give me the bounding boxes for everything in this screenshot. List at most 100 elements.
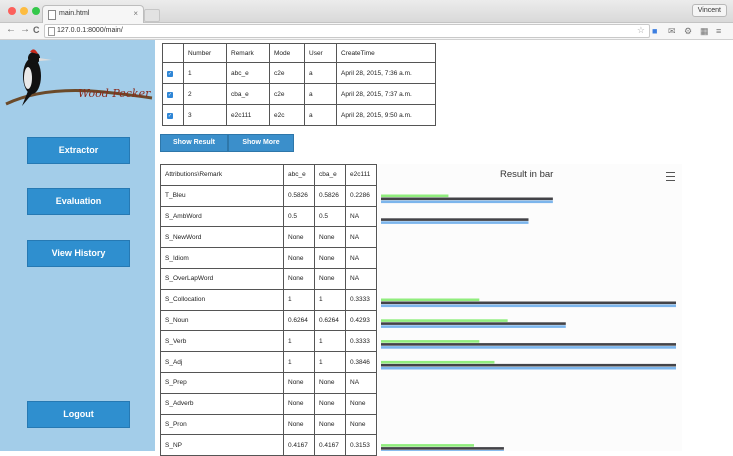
value-cell: None bbox=[314, 371, 346, 394]
bar-s-np-e2c111 bbox=[381, 444, 475, 447]
value-cell: 0.3333 bbox=[345, 288, 377, 311]
value-cell: 0.6264 bbox=[283, 309, 315, 332]
bookmark-star-icon[interactable]: ☆ bbox=[637, 25, 645, 36]
extension-mail-icon[interactable]: ✉ bbox=[668, 26, 676, 37]
value-cell: NA bbox=[345, 247, 377, 269]
value-cell: NA bbox=[345, 267, 377, 290]
user-cell: a bbox=[304, 62, 337, 84]
number-cell: 3 bbox=[183, 104, 227, 126]
evaluation-button[interactable]: Evaluation bbox=[27, 188, 130, 215]
value-cell: None bbox=[314, 226, 346, 249]
attribute-name-cell: S_Prep bbox=[160, 371, 284, 394]
value-cell: 0.4167 bbox=[283, 434, 315, 456]
value-cell: None bbox=[314, 267, 346, 290]
extension-settings-icon[interactable]: ⚙ bbox=[684, 26, 692, 37]
row-checkbox[interactable]: ✓ bbox=[167, 112, 173, 119]
table-row: S_NewWord None None NA bbox=[160, 226, 377, 249]
attribute-name-cell: S_Verb bbox=[160, 330, 284, 353]
value-cell: 0.3153 bbox=[345, 434, 377, 456]
table-row[interactable]: ✓ 1 abc_e c2e a April 28, 2015, 7:36 a.m… bbox=[162, 62, 436, 84]
value-cell: 0.4167 bbox=[314, 434, 346, 456]
bar-s-verb-e2c111 bbox=[381, 340, 480, 343]
remark-cell: abc_e bbox=[226, 62, 270, 84]
attribute-name-cell: S_NP bbox=[160, 434, 284, 456]
profile-button[interactable]: Vincent bbox=[691, 4, 727, 17]
show-more-button[interactable]: Show More bbox=[228, 134, 294, 152]
extension-grid-icon[interactable]: ▦ bbox=[700, 26, 709, 37]
value-cell: None bbox=[283, 413, 315, 436]
table-row: S_OverLapWord None None NA bbox=[160, 267, 377, 290]
browser-tab[interactable]: main.html × bbox=[42, 5, 144, 23]
bar-s-noun-abc-e bbox=[381, 325, 566, 328]
attribute-name-cell: S_Pron bbox=[160, 413, 284, 436]
attribute-name-cell: S_Adverb bbox=[160, 392, 284, 415]
browser-titlebar: main.html × Vincent bbox=[0, 0, 733, 23]
table-row[interactable]: ✓ 3 e2c111 e2c a April 28, 2015, 9:50 a.… bbox=[162, 104, 436, 126]
table-row: S_AmbWord 0.5 0.5 NA bbox=[160, 205, 377, 228]
remark-cell: cba_e bbox=[226, 83, 270, 105]
value-cell: None bbox=[314, 247, 346, 269]
attribute-name-cell: S_Collocation bbox=[160, 288, 284, 311]
value-cell: 0.5826 bbox=[283, 184, 315, 207]
value-cell: 0.3333 bbox=[345, 330, 377, 353]
show-result-button[interactable]: Show Result bbox=[160, 134, 228, 152]
address-bar[interactable]: 127.0.0.1:8000/main/ ☆ bbox=[44, 24, 650, 38]
attribute-name-cell: S_AmbWord bbox=[160, 205, 284, 228]
attribute-name-cell: T_Bleu bbox=[160, 184, 284, 207]
bar-s-adj-e2c111 bbox=[381, 360, 495, 364]
url-text: 127.0.0.1:8000/main/ bbox=[57, 27, 123, 34]
value-cell: 0.4293 bbox=[345, 309, 377, 332]
zoom-window-button[interactable] bbox=[32, 7, 40, 15]
value-cell: 0.2286 bbox=[345, 184, 377, 207]
value-cell: 0.3846 bbox=[345, 351, 377, 373]
attributes-table: Attributions\Remark abc_e cba_e e2c111 T_Ble… bbox=[160, 164, 377, 456]
value-cell: 1 bbox=[314, 330, 346, 353]
view-history-button[interactable]: View History bbox=[27, 240, 130, 267]
extension-translate-icon[interactable]: ■ bbox=[652, 26, 657, 36]
browser-toolbar: ← → C 127.0.0.1:8000/main/ ☆ ■ ✉ ⚙ ▦ ≡ bbox=[0, 23, 733, 40]
bar-t-bleu-abc-e bbox=[381, 200, 553, 204]
number-cell: 2 bbox=[183, 83, 227, 105]
bar-s-noun-cba-e bbox=[381, 322, 566, 325]
user-cell: a bbox=[304, 83, 337, 105]
header-cell: abc_e bbox=[283, 164, 315, 186]
header-cell: cba_e bbox=[314, 164, 346, 186]
table-row: S_Adj 1 1 0.3846 bbox=[160, 351, 377, 373]
table-row: S_NP 0.4167 0.4167 0.3153 bbox=[160, 434, 377, 456]
extractor-button[interactable]: Extractor bbox=[27, 137, 130, 164]
user-cell: a bbox=[304, 104, 337, 126]
attribute-name-cell: S_NewWord bbox=[160, 226, 284, 249]
header-cell: Number bbox=[183, 43, 227, 63]
bar-s-adj-cba-e bbox=[381, 363, 676, 367]
reload-button[interactable]: C bbox=[33, 25, 40, 35]
table-row[interactable]: ✓ 2 cba_e c2e a April 28, 2015, 7:37 a.m… bbox=[162, 83, 436, 105]
header-cell: User bbox=[304, 43, 337, 63]
value-cell: None bbox=[283, 392, 315, 415]
bar-t-bleu-e2c111 bbox=[381, 194, 449, 198]
close-window-button[interactable] bbox=[8, 7, 16, 15]
table-row: S_Noun 0.6264 0.6264 0.4293 bbox=[160, 309, 377, 332]
table-row: S_Idiom None None NA bbox=[160, 247, 377, 269]
attribute-name-cell: S_Idiom bbox=[160, 247, 284, 269]
bar-t-bleu-cba-e bbox=[381, 197, 553, 201]
bar-s-collocation-cba-e bbox=[381, 301, 676, 305]
table-header-row: Number Remark Mode User CreateTime bbox=[162, 43, 436, 63]
sidebar: Wood Pecker Extractor Evaluation View Hi… bbox=[0, 40, 155, 451]
forward-button[interactable]: → bbox=[20, 24, 30, 35]
browser-menu-icon[interactable]: ≡ bbox=[716, 26, 721, 36]
attribute-name-cell: S_OverLapWord bbox=[160, 267, 284, 290]
mode-cell: e2c bbox=[269, 104, 305, 126]
row-checkbox[interactable]: ✓ bbox=[167, 70, 173, 77]
row-checkbox[interactable]: ✓ bbox=[167, 91, 173, 98]
new-tab-button[interactable] bbox=[144, 9, 160, 22]
logout-button[interactable]: Logout bbox=[27, 401, 130, 428]
createtime-cell: April 28, 2015, 7:36 a.m. bbox=[336, 62, 436, 84]
mode-cell: c2e bbox=[269, 83, 305, 105]
table-row: S_Prep None None NA bbox=[160, 371, 377, 394]
header-cell: Mode bbox=[269, 43, 305, 63]
tab-close-icon[interactable]: × bbox=[133, 9, 138, 18]
attribute-name-cell: S_Noun bbox=[160, 309, 284, 332]
minimize-window-button[interactable] bbox=[20, 7, 28, 15]
value-cell: 1 bbox=[314, 351, 346, 373]
back-button[interactable]: ← bbox=[6, 24, 16, 35]
